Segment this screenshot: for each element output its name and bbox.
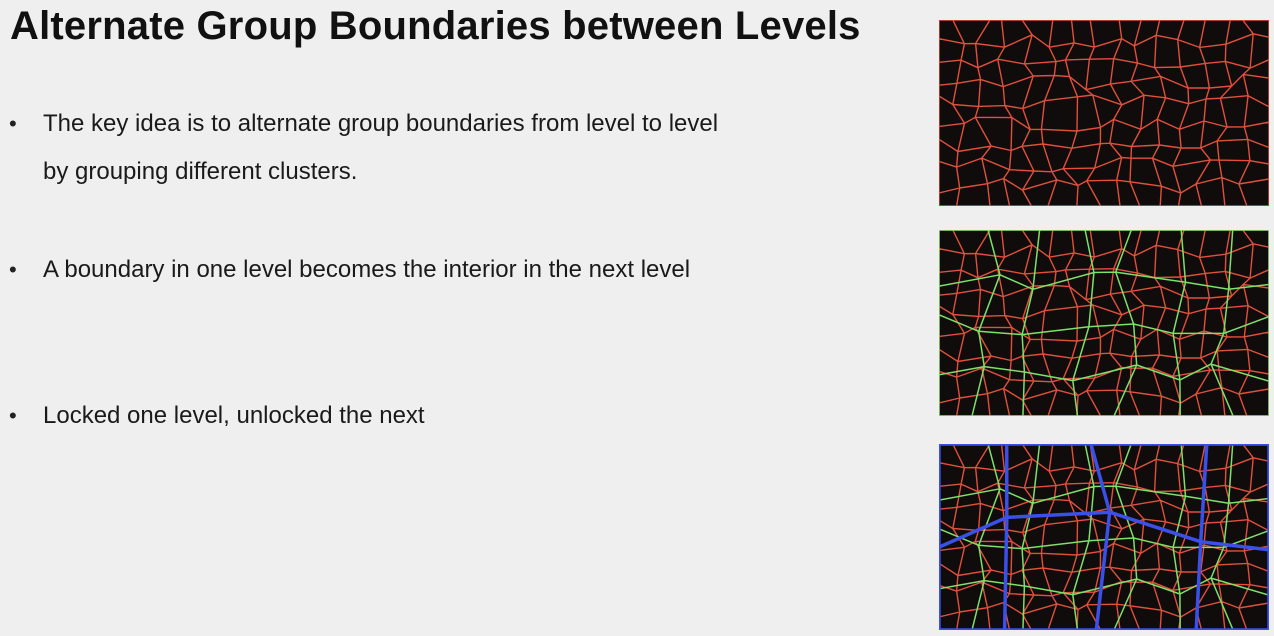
bullet-symbol: • xyxy=(9,111,17,136)
level2-groups-figure xyxy=(939,444,1269,630)
cluster-edges xyxy=(939,20,1269,206)
cluster-mesh-image xyxy=(939,20,1269,206)
bullet-text: The key idea is to alternate group bound… xyxy=(43,110,719,185)
bullet-text: Locked one level, unlocked the next xyxy=(43,402,425,429)
bullet-symbol: • xyxy=(9,403,17,428)
level2-groups-image xyxy=(939,444,1269,630)
level1-groups-image xyxy=(939,230,1269,416)
cluster-edges xyxy=(939,230,1269,416)
slide-title: Alternate Group Boundaries between Level… xyxy=(10,4,861,48)
cluster-edges xyxy=(939,444,1269,630)
cluster-mesh-figure xyxy=(939,20,1269,206)
bullet-text: A boundary in one level becomes the inte… xyxy=(43,256,691,283)
level1-groups-figure xyxy=(939,230,1269,416)
bullet-symbol: • xyxy=(9,257,17,282)
